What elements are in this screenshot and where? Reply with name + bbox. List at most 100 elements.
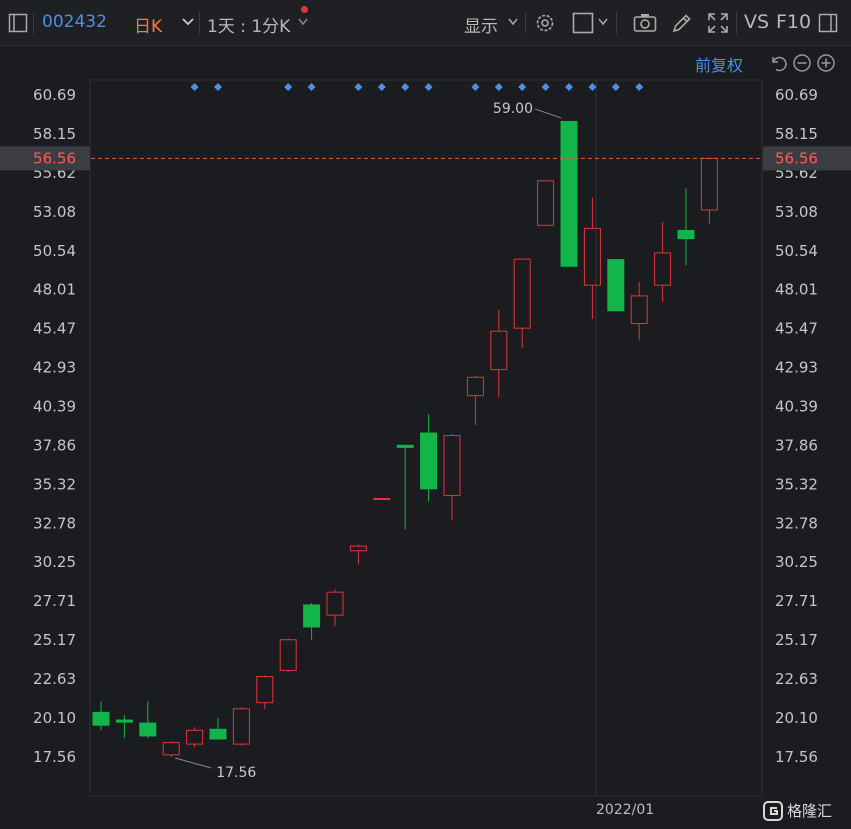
event-marker-diamond — [190, 83, 199, 91]
candle-body — [115, 719, 133, 723]
current-price-tag-left: 56.56 — [33, 149, 76, 167]
settings-gear-icon[interactable] — [534, 12, 556, 34]
candle-body — [92, 711, 110, 726]
candle-body — [466, 376, 484, 397]
candle — [186, 727, 204, 748]
candle — [396, 444, 414, 530]
candle-body — [700, 157, 718, 211]
y-tick-label-right: 20.10 — [775, 709, 818, 727]
event-marker-diamond — [214, 83, 222, 91]
y-tick-label-right: 30.25 — [775, 553, 818, 571]
y-tick-label-right: 25.17 — [775, 631, 818, 649]
event-marker-diamond — [494, 83, 503, 91]
toolbar-divider — [616, 12, 617, 34]
candle-body — [537, 180, 555, 226]
candle-body — [373, 498, 391, 501]
candle-body — [279, 639, 297, 671]
y-tick-label-right: 53.08 — [775, 203, 818, 221]
candle — [583, 197, 601, 319]
f10-button[interactable]: F10 — [776, 11, 811, 33]
candle — [209, 718, 227, 740]
candle — [537, 180, 555, 226]
candle — [115, 714, 133, 738]
y-tick-label-right: 40.39 — [775, 398, 818, 416]
candle — [607, 259, 625, 312]
y-tick-label-right: 17.56 — [775, 748, 818, 766]
event-marker-diamond — [565, 83, 573, 91]
event-marker-diamond — [354, 83, 363, 91]
high-annotation-label: 59.00 — [493, 101, 533, 117]
pencil-draw-icon[interactable] — [671, 12, 693, 34]
y-tick-label-left: 20.10 — [33, 709, 76, 727]
y-tick-label-right: 22.63 — [775, 670, 818, 688]
candlestick-chart[interactable]: 60.69 60.6958.15 58.1555.62 55.6253.08 53.08… — [0, 46, 851, 829]
candle-body — [630, 295, 648, 325]
candle — [232, 707, 250, 746]
candle — [654, 222, 672, 303]
y-tick-label-right: 42.93 — [775, 359, 818, 377]
candle — [420, 414, 438, 502]
y-tick-label-left: 27.71 — [33, 592, 76, 610]
y-tick-label-right: 50.54 — [775, 242, 818, 260]
y-tick-label-right: 45.47 — [775, 320, 818, 338]
candle-series — [92, 120, 718, 757]
display-menu[interactable]: 显示 — [464, 12, 498, 37]
candle — [700, 157, 718, 224]
chevron-down-icon[interactable] — [508, 18, 518, 26]
low-annotation-label: 17.56 — [216, 765, 256, 781]
candle — [256, 675, 274, 709]
event-marker-diamond — [284, 83, 293, 91]
y-tick-label-right: 48.01 — [775, 281, 818, 299]
y-tick-label-left: 48.01 — [33, 281, 76, 299]
candle — [326, 589, 344, 626]
candle-body — [654, 252, 672, 286]
chevron-down-icon[interactable] — [182, 17, 194, 27]
range-selector[interactable]: 1天 : 1分K — [207, 12, 290, 37]
notification-dot — [301, 6, 308, 13]
candle — [349, 544, 367, 565]
fullscreen-icon[interactable] — [707, 12, 729, 34]
vs-compare-button[interactable]: VS — [744, 11, 769, 33]
candle — [373, 498, 391, 501]
y-tick-label-left: 30.25 — [33, 553, 76, 571]
brand-name: 格隆汇 — [787, 802, 833, 820]
camera-icon[interactable] — [633, 13, 657, 33]
candle — [513, 258, 531, 349]
toolbar-divider — [525, 12, 526, 34]
y-tick-label-right: 32.78 — [775, 514, 818, 532]
sidebar-toggle-icon[interactable] — [8, 13, 28, 33]
stock-code[interactable]: 002432 — [42, 12, 107, 32]
high-annotation-leader — [534, 108, 562, 119]
event-marker-diamond — [377, 83, 386, 91]
chevron-down-icon[interactable] — [598, 18, 608, 26]
layout-square-icon[interactable] — [572, 12, 594, 34]
period-selector[interactable]: 日K — [134, 12, 162, 37]
y-tick-label-left: 58.15 — [33, 125, 76, 143]
candle-body — [162, 742, 180, 756]
event-marker-diamond — [307, 83, 316, 91]
candle-body — [186, 729, 204, 745]
candle — [466, 375, 484, 425]
candle-body — [303, 604, 321, 628]
y-tick-label-left: 35.32 — [33, 475, 76, 493]
candle-body — [396, 444, 414, 448]
event-marker-diamond — [588, 83, 597, 91]
chevron-down-icon[interactable] — [298, 18, 308, 26]
brand-watermark: 格隆汇 — [763, 800, 832, 821]
y-tick-label-right: 60.69 — [775, 86, 818, 104]
y-tick-label-left: 53.08 — [33, 203, 76, 221]
candle-body — [420, 432, 438, 490]
x-tick-label: 2022/01 — [596, 802, 654, 818]
candle-body — [256, 676, 274, 704]
y-tick-label-right: 35.32 — [775, 475, 818, 493]
y-tick-label-left: 22.63 — [33, 670, 76, 688]
y-tick-label-left: 50.54 — [33, 242, 76, 260]
y-tick-label-right: 37.86 — [775, 436, 818, 454]
candle-body — [583, 227, 601, 286]
candle-body — [209, 728, 227, 740]
toolbar-divider — [33, 12, 34, 34]
brand-logo-icon — [763, 800, 783, 821]
candle-body — [513, 258, 531, 329]
side-panel-icon[interactable] — [818, 13, 838, 33]
y-tick-label-left: 25.17 — [33, 631, 76, 649]
